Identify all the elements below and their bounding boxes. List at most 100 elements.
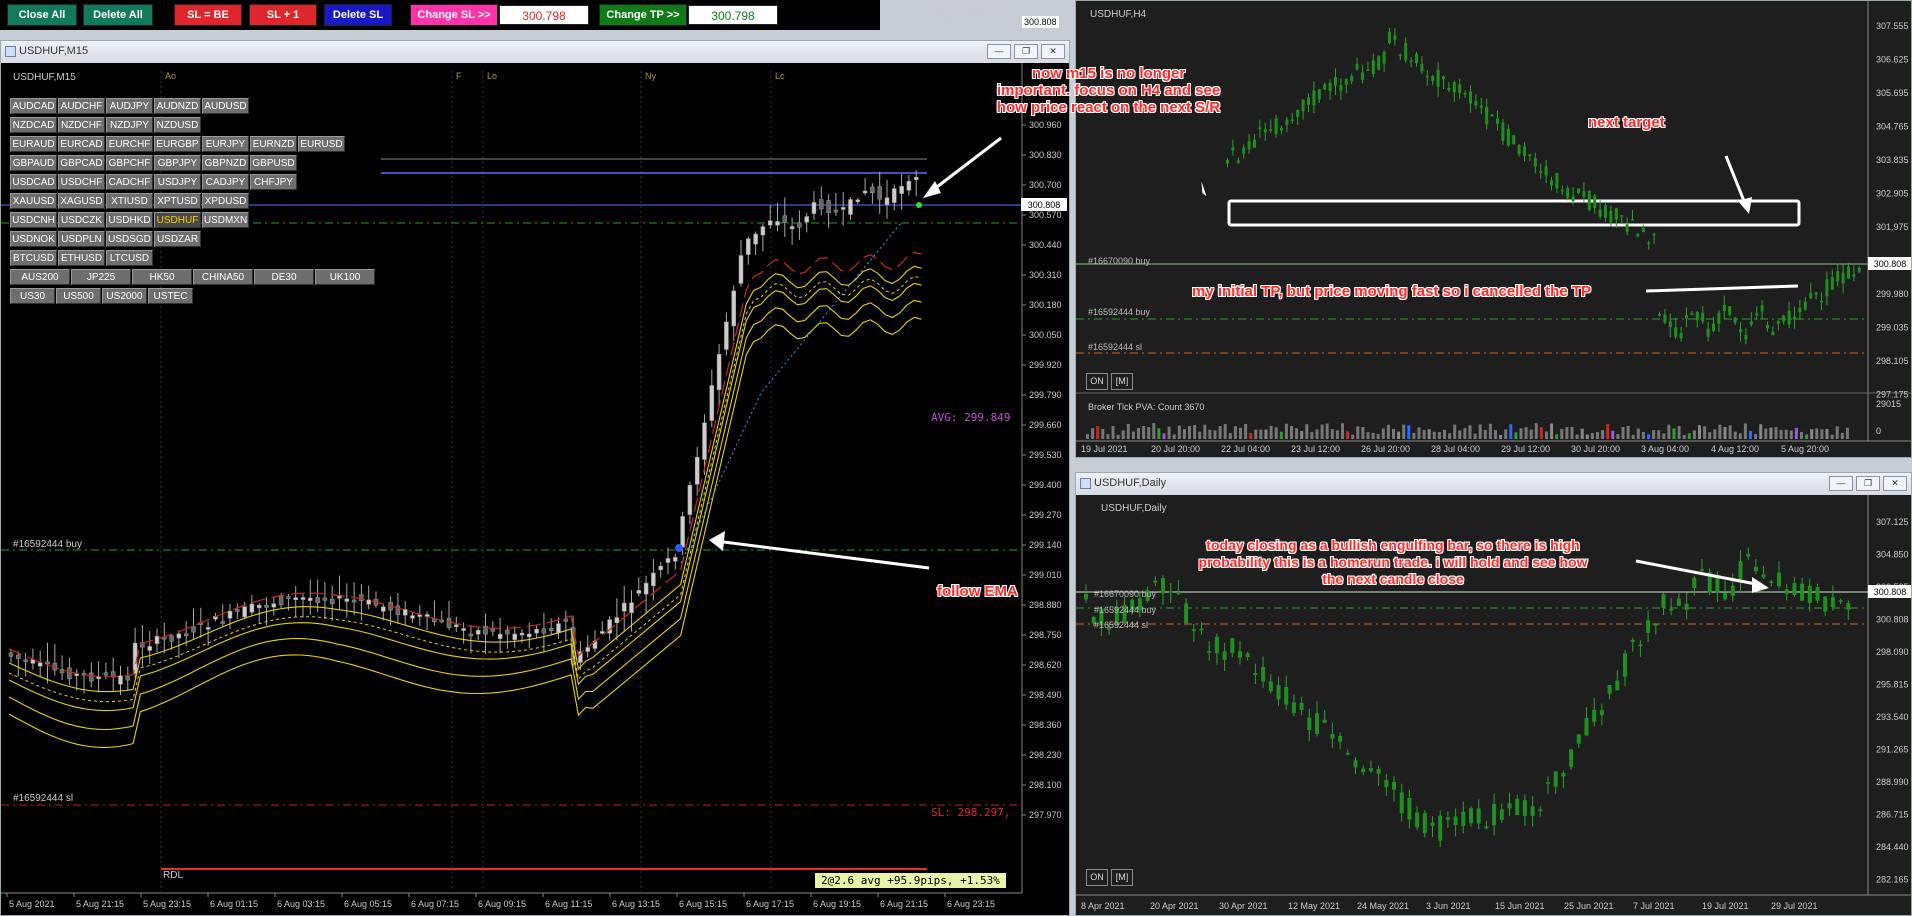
sl-be-button[interactable]: SL = BE (174, 4, 242, 26)
change-sl-button[interactable]: Change SL >> (410, 4, 498, 26)
h4-tick-volume-bar (1422, 430, 1426, 439)
symbol-button-usdmxn[interactable]: USDMXN (202, 212, 249, 228)
symbol-button-de30[interactable]: DE30 (254, 269, 314, 285)
daily-on-button[interactable]: ON (1086, 869, 1108, 886)
h4-m-button[interactable]: [M] (1111, 373, 1133, 390)
symbol-button-usdnok[interactable]: USDNOK (10, 231, 57, 247)
symbol-button-gbpchf[interactable]: GBPCHF (106, 155, 153, 171)
daily-order-sl-label: #16592444 sl (1094, 620, 1149, 630)
h4-tick-volume-bar (1575, 434, 1579, 439)
symbol-button-us500[interactable]: US500 (56, 288, 101, 304)
symbol-button-cadchf[interactable]: CADCHF (106, 174, 153, 190)
daily-chart-area[interactable]: 307.125304.850302.525300.808298.090295.8… (1076, 495, 1911, 915)
symbol-button-audnzd[interactable]: AUDNZD (154, 98, 201, 114)
m15-candle (271, 603, 277, 608)
symbol-button-eurcad[interactable]: EURCAD (58, 136, 105, 152)
sl-plus-one-button[interactable]: SL + 1 (249, 4, 317, 26)
symbol-button-hk50[interactable]: HK50 (132, 269, 192, 285)
symbol-button-usdjpy[interactable]: USDJPY (154, 174, 201, 190)
symbol-button-xauusd[interactable]: XAUUSD (10, 193, 57, 209)
symbol-button-ltcusd[interactable]: LTCUSD (106, 250, 153, 266)
sl-value-input[interactable]: 300.798 (499, 5, 589, 25)
symbol-button-gbpaud[interactable]: GBPAUD (10, 155, 57, 171)
symbol-button-usdczk[interactable]: USDCZK (58, 212, 105, 228)
symbol-button-xptusd[interactable]: XPTUSD (154, 193, 201, 209)
close-button[interactable]: ✕ (1041, 44, 1065, 59)
h4-tick-volume-bar (1723, 426, 1727, 439)
entry-marker (675, 544, 683, 552)
m15-candle (775, 221, 780, 226)
symbol-button-euraud[interactable]: EURAUD (10, 136, 57, 152)
symbol-button-audchf[interactable]: AUDCHF (58, 98, 105, 114)
symbol-button-chfjpy[interactable]: CHFJPY (250, 174, 297, 190)
delete-all-button[interactable]: Delete All (83, 4, 153, 26)
symbol-button-china50[interactable]: CHINA50 (193, 269, 253, 285)
h4-candle (1744, 334, 1748, 340)
symbol-button-xpdusd[interactable]: XPDUSD (202, 193, 249, 209)
symbol-button-us30[interactable]: US30 (10, 288, 55, 304)
symbol-button-audjpy[interactable]: AUDJPY (106, 98, 153, 114)
h4-candle (1393, 35, 1397, 40)
symbol-button-usdhuf[interactable]: USDHUF (154, 212, 201, 228)
symbol-button-gbpcad[interactable]: GBPCAD (58, 155, 105, 171)
minimize-button[interactable]: — (987, 44, 1011, 59)
h4-candle (1771, 331, 1775, 335)
symbol-button-xtiusd[interactable]: XTIUSD (106, 193, 153, 209)
symbol-button-us2000[interactable]: US2000 (102, 288, 147, 304)
daily-m-button[interactable]: [M] (1111, 869, 1133, 886)
h4-candle (1388, 31, 1391, 43)
symbol-button-aus200[interactable]: AUS200 (10, 269, 70, 285)
daily-candle (1476, 808, 1481, 824)
h4-candle (1809, 292, 1813, 299)
symbol-button-usdchf[interactable]: USDCHF (58, 174, 105, 190)
symbol-button-usdsgd[interactable]: USDSGD (106, 231, 153, 247)
symbol-button-btcusd[interactable]: BTCUSD (10, 250, 57, 266)
tp-value-input[interactable]: 300.798 (688, 5, 778, 25)
symbol-button-eurusd[interactable]: EURUSD (298, 136, 345, 152)
symbol-button-uk100[interactable]: UK100 (315, 269, 375, 285)
symbol-button-usdcad[interactable]: USDCAD (10, 174, 57, 190)
close-all-button[interactable]: Close All (7, 4, 77, 26)
symbol-button-eurgbp[interactable]: EURGBP (154, 136, 201, 152)
close-button[interactable]: ✕ (1883, 476, 1907, 491)
h4-tick-volume-bar (1371, 432, 1375, 439)
h4-candle (1539, 171, 1543, 173)
symbol-button-gbpnzd[interactable]: GBPNZD (202, 155, 249, 171)
symbol-button-eurchf[interactable]: EURCHF (106, 136, 153, 152)
symbol-button-ethusd[interactable]: ETHUSD (58, 250, 105, 266)
change-tp-button[interactable]: Change TP >> (599, 4, 687, 26)
symbol-button-nzdusd[interactable]: NZDUSD (154, 117, 201, 133)
symbol-button-jp225[interactable]: JP225 (71, 269, 131, 285)
symbol-button-usdhkd[interactable]: USDHKD (106, 212, 153, 228)
symbol-button-usdzar[interactable]: USDZAR (154, 231, 201, 247)
h4-tick-volume-bar (1555, 434, 1559, 439)
symbol-button-audusd[interactable]: AUDUSD (202, 98, 249, 114)
h4-on-button[interactable]: ON (1086, 373, 1108, 390)
m15-candle (534, 628, 539, 634)
session-label-lc: Lc (775, 71, 785, 81)
symbol-button-eurjpy[interactable]: EURJPY (202, 136, 249, 152)
restore-button[interactable]: ❐ (1014, 44, 1038, 59)
m15-price-tick-label: 300.830 (1029, 150, 1062, 160)
symbol-button-usdpln[interactable]: USDPLN (58, 231, 105, 247)
symbol-button-ustec[interactable]: USTEC (148, 288, 193, 304)
symbol-button-gbpusd[interactable]: GBPUSD (250, 155, 297, 171)
m15-chart-area[interactable]: Ao F Lo Ny Lc 300.960 300.830 300.700 300.570 300… (1, 63, 1069, 915)
h4-tick-volume-bar (1845, 427, 1849, 439)
symbol-button-nzdchf[interactable]: NZDCHF (58, 117, 105, 133)
m15-candle (892, 188, 897, 203)
m15-candle (249, 603, 255, 613)
m15-candle (556, 623, 561, 633)
symbol-button-cadjpy[interactable]: CADJPY (202, 174, 249, 190)
restore-button[interactable]: ❐ (1856, 476, 1880, 491)
delete-sl-button[interactable]: Delete SL (324, 4, 392, 26)
symbol-button-nzdjpy[interactable]: NZDJPY (106, 117, 153, 133)
symbol-button-audcad[interactable]: AUDCAD (10, 98, 57, 114)
symbol-button-usdcnh[interactable]: USDCNH (10, 212, 57, 228)
symbol-button-gbpjpy[interactable]: GBPJPY (154, 155, 201, 171)
m15-candle (169, 635, 174, 642)
symbol-button-xagusd[interactable]: XAGUSD (58, 193, 105, 209)
symbol-button-nzdcad[interactable]: NZDCAD (10, 117, 57, 133)
minimize-button[interactable]: — (1829, 476, 1853, 491)
symbol-button-eurnzd[interactable]: EURNZD (250, 136, 297, 152)
